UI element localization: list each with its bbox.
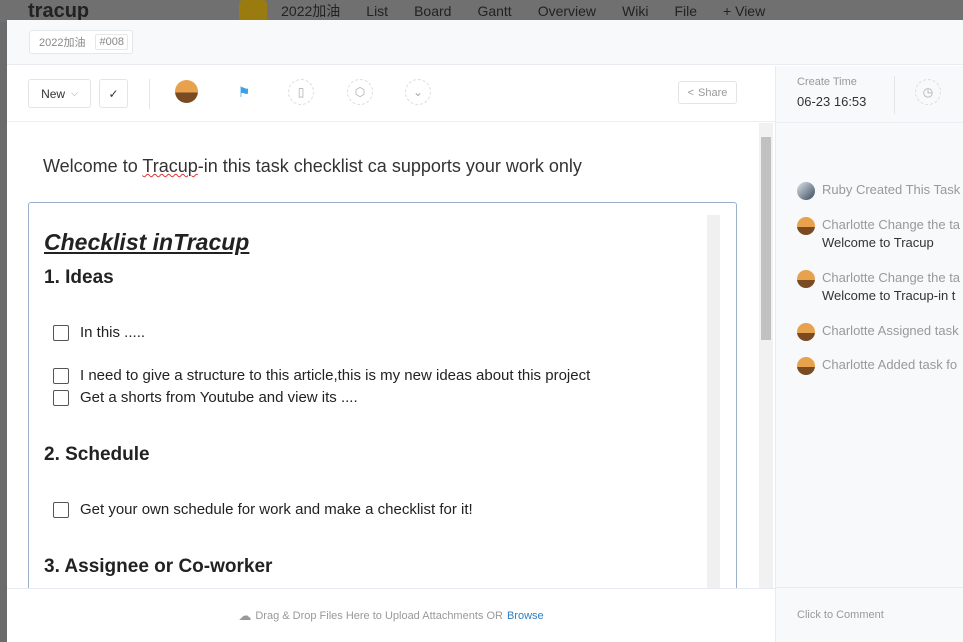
cloud-upload-icon: ☁ (238, 607, 252, 623)
view-wiki: Wiki (622, 3, 649, 19)
history-item: Charlotte Added task fo (797, 357, 957, 375)
more-circle-icon[interactable]: ⌄ (405, 79, 431, 105)
divider (149, 78, 150, 109)
task-toolbar: New ⌵ ✓ ⚑ ▯ ⬡ ⌄ < Share (7, 66, 775, 122)
activity-panel: Create Time 06-23 16:53 ◷ Ruby Created T… (775, 66, 963, 642)
history-item: Charlotte Change the ta Welcome to Tracup (797, 217, 960, 250)
editor-heading: Checklist inTracup (44, 229, 250, 255)
task-id: #008 (95, 34, 128, 50)
user-avatar (797, 182, 815, 200)
view-board: Board (414, 3, 452, 19)
clock-icon[interactable]: ◷ (915, 79, 941, 105)
attachment-dropzone[interactable]: ☁ Drag & Drop Files Here to Upload Attac… (7, 588, 775, 642)
title-misspelled-word: Tracup (142, 156, 198, 176)
status-dropdown[interactable]: New ⌵ (28, 79, 91, 108)
checkbox[interactable] (53, 389, 69, 406)
history-text: Charlotte Change the ta (822, 270, 961, 285)
checklist-item: Get your own schedule for work and make … (53, 501, 473, 518)
title-text: Welcome to (43, 156, 143, 176)
share-label: Share (698, 86, 728, 99)
comment-input[interactable]: Click to Comment (797, 609, 884, 621)
editor-scrollbar[interactable] (707, 215, 720, 588)
checklist-text: Get your own schedule for work and make … (80, 501, 473, 518)
title-text: -in this task checklist ca supports your… (197, 156, 582, 176)
status-label: New (41, 86, 66, 101)
history-text: Ruby Created This Task (822, 182, 961, 197)
content-scrollbar[interactable] (759, 123, 773, 588)
history-text: Charlotte Added task fo (822, 357, 958, 372)
create-time-value: 06-23 16:53 (797, 94, 867, 109)
checkbox[interactable] (53, 324, 69, 341)
checklist-item: I need to give a structure to this artic… (53, 367, 590, 384)
divider (894, 76, 895, 114)
share-button[interactable]: < Share (678, 81, 737, 104)
app-logo: tracup (28, 0, 90, 22)
cube-icon[interactable]: ⬡ (347, 79, 373, 105)
chevron-down-icon: ⌵ (71, 88, 78, 98)
divider (776, 122, 963, 123)
section-heading: 2. Schedule (44, 444, 150, 465)
task-title[interactable]: Welcome to Tracup-in this task checklist… (43, 156, 582, 177)
history-detail: Welcome to Tracup-in t (822, 288, 956, 303)
flag-icon[interactable]: ⚑ (231, 79, 257, 105)
assignee-avatar[interactable] (175, 80, 198, 103)
breadcrumb[interactable]: 2022加油 #008 (29, 30, 133, 54)
history-text: Charlotte Assigned task (822, 323, 959, 338)
view-file: File (674, 3, 698, 19)
scrollbar-thumb[interactable] (761, 137, 771, 340)
history-item: Ruby Created This Task (797, 182, 960, 200)
background-app-header: tracup 2022加油 List Board Gantt Overview … (0, 0, 963, 22)
checklist-text: In this ..... (80, 324, 146, 341)
history-text: Charlotte Change the ta (822, 217, 961, 232)
checklist-text: Get a shorts from Youtube and view its .… (80, 389, 358, 406)
user-avatar (797, 357, 815, 375)
view-overview: Overview (537, 3, 597, 19)
breadcrumb-project[interactable]: 2022加油 (39, 34, 85, 50)
description-editor[interactable]: Checklist inTracup 1. Ideas In this ....… (28, 202, 737, 588)
view-list: List (366, 3, 389, 19)
view-gantt: Gantt (477, 3, 512, 19)
project-name: 2022加油 (281, 3, 341, 19)
check-icon: ✓ (108, 86, 119, 101)
share-icon: < (687, 86, 695, 99)
view-add: + View (723, 3, 766, 19)
browse-link[interactable]: Browse (507, 610, 544, 622)
divider (776, 587, 963, 588)
checkbox[interactable] (53, 501, 69, 518)
modal-topbar: 2022加油 #008 (7, 20, 963, 65)
checkbox[interactable] (53, 367, 69, 384)
history-detail: Welcome to Tracup (822, 235, 934, 250)
project-icon (239, 0, 268, 22)
dropzone-text: Drag & Drop Files Here to Upload Attachm… (255, 609, 503, 622)
checklist-item: In this ..... (53, 324, 145, 341)
checklist-text: I need to give a structure to this artic… (80, 367, 591, 384)
user-avatar (797, 270, 815, 288)
complete-button[interactable]: ✓ (99, 79, 128, 108)
create-time-label: Create Time (797, 76, 857, 88)
history-item: Charlotte Change the ta Welcome to Tracup… (797, 270, 960, 303)
bookmark-icon[interactable]: ▯ (288, 79, 314, 105)
checklist-item: Get a shorts from Youtube and view its .… (53, 389, 358, 406)
section-heading: 3. Assignee or Co-worker (44, 556, 273, 577)
user-avatar (797, 217, 815, 235)
task-content: Welcome to Tracup-in this task checklist… (7, 123, 775, 588)
section-heading: 1. Ideas (44, 267, 114, 288)
history-item: Charlotte Assigned task (797, 323, 959, 341)
user-avatar (797, 323, 815, 341)
task-modal: 2022加油 #008 New ⌵ ✓ ⚑ ▯ ⬡ ⌄ < Share Create… (7, 20, 963, 642)
